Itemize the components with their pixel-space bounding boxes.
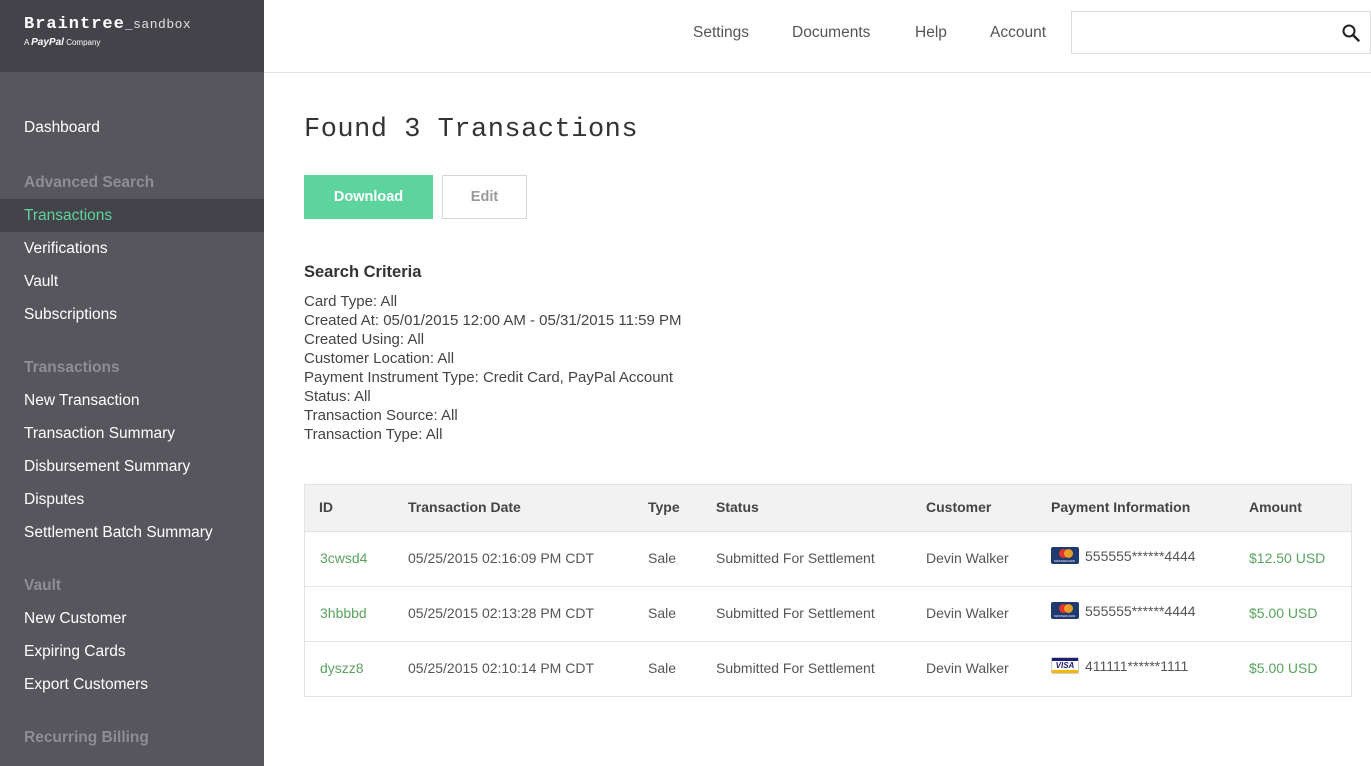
sidebar-item-disputes[interactable]: Disputes <box>0 483 264 516</box>
criteria-created-using: Created Using: All <box>304 331 425 348</box>
transaction-type: Sale <box>648 550 677 566</box>
criteria-card-type: Card Type: All <box>304 293 398 310</box>
column-header-id[interactable]: ID <box>319 499 333 515</box>
transaction-status: Submitted For Settlement <box>716 550 875 566</box>
brand-sub-suffix: Company <box>66 38 101 47</box>
mastercard-icon: MASTERCARD <box>1051 602 1079 619</box>
search-criteria-title: Search Criteria <box>304 263 422 281</box>
column-header-payment[interactable]: Payment Information <box>1051 499 1190 515</box>
page-title: Found 3 Transactions <box>304 115 639 145</box>
nav-account[interactable]: Account <box>990 24 1046 42</box>
search-criteria-list: Card Type: All Created At: 05/01/2015 12… <box>304 292 682 444</box>
criteria-transaction-source: Transaction Source: All <box>304 407 458 424</box>
transaction-date: 05/25/2015 02:10:14 PM CDT <box>408 660 595 676</box>
brand-name: Braintree <box>24 15 125 34</box>
transaction-customer: Devin Walker <box>926 605 1009 621</box>
sidebar-item-transactions[interactable]: Transactions <box>0 199 264 232</box>
criteria-customer-location: Customer Location: All <box>304 350 455 367</box>
table-header: ID Transaction Date Type Status Customer… <box>305 485 1351 532</box>
transaction-amount: $5.00 USD <box>1249 660 1318 676</box>
sidebar-heading-advanced-search: Advanced Search <box>24 174 155 191</box>
brand-sub-prefix: A <box>24 38 29 47</box>
transaction-id-link[interactable]: dyszz8 <box>320 660 364 676</box>
transaction-amount: $5.00 USD <box>1249 605 1318 621</box>
sidebar-item-expiring-cards[interactable]: Expiring Cards <box>0 635 264 668</box>
mastercard-label: MASTERCARD <box>1054 614 1076 618</box>
transaction-amount: $12.50 USD <box>1249 550 1326 566</box>
transaction-type: Sale <box>648 660 677 676</box>
brand-logo[interactable]: Braintree_sandbox A PayPal Company <box>0 0 264 72</box>
transaction-id-link[interactable]: 3cwsd4 <box>320 550 367 566</box>
criteria-payment-instrument: Payment Instrument Type: Credit Card, Pa… <box>304 369 674 386</box>
sidebar-item-subscriptions[interactable]: Subscriptions <box>0 298 264 331</box>
mastercard-icon: MASTERCARD <box>1051 547 1079 564</box>
visa-card-icon: VISA <box>1051 657 1079 674</box>
column-header-amount[interactable]: Amount <box>1249 499 1302 515</box>
payment-card-number: 555555******4444 <box>1085 603 1196 619</box>
payment-card-number: 555555******4444 <box>1085 548 1196 564</box>
table-row[interactable]: 3hbbbd 05/25/2015 02:13:28 PM CDT Sale Subm… <box>305 587 1351 642</box>
sidebar-item-new-customer[interactable]: New Customer <box>0 602 264 635</box>
transaction-customer: Devin Walker <box>926 660 1009 676</box>
transaction-customer: Devin Walker <box>926 550 1009 566</box>
criteria-status: Status: All <box>304 388 371 405</box>
sidebar-heading-vault: Vault <box>24 577 62 594</box>
sidebar-item-new-transaction[interactable]: New Transaction <box>0 384 264 417</box>
search-input[interactable] <box>1082 22 1326 46</box>
sidebar-item-dashboard[interactable]: Dashboard <box>0 111 264 144</box>
edit-button[interactable]: Edit <box>442 175 527 219</box>
nav-help[interactable]: Help <box>915 24 947 42</box>
search-box <box>1071 11 1371 54</box>
paypal-logo: PayPal <box>31 37 64 48</box>
nav-documents[interactable]: Documents <box>792 24 870 42</box>
column-header-customer[interactable]: Customer <box>926 499 991 515</box>
mastercard-label: MASTERCARD <box>1054 559 1076 563</box>
transaction-id-link[interactable]: 3hbbbd <box>320 605 367 621</box>
column-header-date[interactable]: Transaction Date <box>408 499 521 515</box>
transaction-status: Submitted For Settlement <box>716 605 875 621</box>
transaction-date: 05/25/2015 02:16:09 PM CDT <box>408 550 595 566</box>
top-bar: Settings Documents Help Account <box>264 0 1371 73</box>
sidebar-item-verifications[interactable]: Verifications <box>0 232 264 265</box>
visa-card-label: VISA <box>1055 661 1075 670</box>
table-body: 3cwsd4 05/25/2015 02:16:09 PM CDT Sale Subm… <box>305 532 1351 696</box>
sidebar-item-export-customers[interactable]: Export Customers <box>0 668 264 701</box>
sidebar-item-settlement-batch-summary[interactable]: Settlement Batch Summary <box>0 516 264 549</box>
sidebar-heading-recurring-billing: Recurring Billing <box>24 729 149 746</box>
payment-card-number: 411111******1111 <box>1085 658 1189 674</box>
sidebar-heading-transactions: Transactions <box>24 359 120 376</box>
search-icon[interactable] <box>1342 24 1360 42</box>
sidebar: Braintree_sandbox A PayPal Company Dashb… <box>0 0 264 766</box>
brand-sandbox-suffix: _sandbox <box>124 17 192 32</box>
column-header-status[interactable]: Status <box>716 499 759 515</box>
column-header-type[interactable]: Type <box>648 499 680 515</box>
nav-settings[interactable]: Settings <box>693 24 749 42</box>
sidebar-item-disbursement-summary[interactable]: Disbursement Summary <box>0 450 264 483</box>
download-button[interactable]: Download <box>304 175 433 219</box>
criteria-transaction-type: Transaction Type: All <box>304 426 443 443</box>
transactions-table: ID Transaction Date Type Status Customer… <box>304 484 1352 697</box>
sidebar-item-transaction-summary[interactable]: Transaction Summary <box>0 417 264 450</box>
transaction-type: Sale <box>648 605 677 621</box>
criteria-created-at: Created At: 05/01/2015 12:00 AM - 05/31/… <box>304 312 682 329</box>
table-row[interactable]: dyszz8 05/25/2015 02:10:14 PM CDT Sale Subm… <box>305 642 1351 696</box>
table-row[interactable]: 3cwsd4 05/25/2015 02:16:09 PM CDT Sale Subm… <box>305 532 1351 587</box>
transaction-status: Submitted For Settlement <box>716 660 875 676</box>
transaction-date: 05/25/2015 02:13:28 PM CDT <box>408 605 595 621</box>
sidebar-item-vault[interactable]: Vault <box>0 265 264 298</box>
